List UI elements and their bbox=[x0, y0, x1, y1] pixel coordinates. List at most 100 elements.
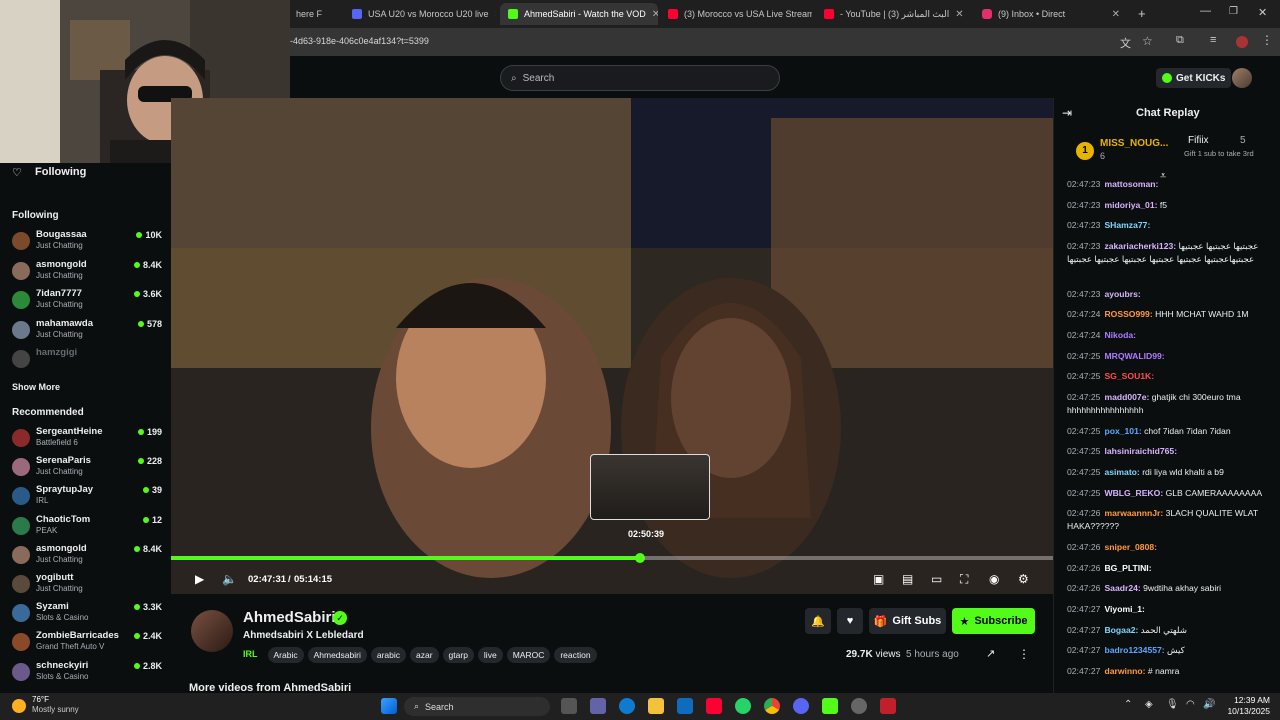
whatsapp-icon[interactable] bbox=[735, 698, 751, 714]
media-icon[interactable]: ≡ bbox=[1210, 34, 1216, 46]
fullscreen-icon[interactable]: ⛶ bbox=[960, 572, 968, 587]
browser-tab[interactable]: (3) Morocco vs USA Live Stream ✕ bbox=[660, 3, 812, 25]
tray-app-icon[interactable]: ◈ bbox=[1145, 699, 1153, 710]
sidebar-channel-item[interactable]: Bougassaa Just Chatting 10K bbox=[12, 229, 162, 257]
chat-username[interactable]: lahsiniraichid765: bbox=[1104, 446, 1177, 456]
maximize-button[interactable]: ❐ bbox=[1229, 6, 1238, 17]
chat-username[interactable]: ROSSO999: bbox=[1104, 309, 1152, 319]
browser-tab-active[interactable]: AhmedSabiri - Watch the VOD ✕ bbox=[500, 3, 658, 25]
stream-tag[interactable]: Ahmedsabiri bbox=[307, 647, 367, 663]
clock-time[interactable]: 12:39 AM bbox=[1226, 695, 1270, 705]
miniplayer-icon[interactable]: ▣ bbox=[873, 572, 884, 586]
close-icon[interactable]: ✕ bbox=[652, 9, 658, 20]
tray-chevron-icon[interactable]: ⌃ bbox=[1124, 699, 1132, 710]
gift-subs-button[interactable]: 🎁 Gift Subs bbox=[869, 608, 946, 634]
autoplay-icon[interactable]: ◉ bbox=[989, 572, 999, 586]
chat-username[interactable]: mattosoman: bbox=[1104, 179, 1158, 189]
sidebar-channel-item[interactable]: asmongold Just Chatting 8.4K bbox=[12, 543, 162, 571]
chat-username[interactable]: MRQWALID99: bbox=[1104, 351, 1164, 361]
outlook-icon[interactable] bbox=[677, 698, 693, 714]
security-app-icon[interactable] bbox=[880, 698, 896, 714]
stream-tag[interactable]: MAROC bbox=[506, 647, 551, 663]
stream-tag[interactable]: live bbox=[477, 647, 503, 663]
volume-icon[interactable]: 🔈 bbox=[222, 572, 237, 586]
get-kicks-button[interactable]: Get KICKs bbox=[1156, 68, 1232, 88]
video-player[interactable]: 02:50:39 ▶ 🔈 02:47:31 / 05:14:15 ▣ ▤ ▭ ⛶… bbox=[171, 98, 1053, 594]
show-more-link[interactable]: Show More bbox=[12, 382, 60, 392]
sidebar-channel-item[interactable]: 7idan7777 Just Chatting 3.6K bbox=[12, 288, 162, 316]
url-text[interactable]: -4d63-918e-406c0e4af134?t=5399 bbox=[290, 36, 429, 46]
minimize-button[interactable]: — bbox=[1200, 5, 1211, 17]
sidebar-channel-item[interactable]: ChaoticTom PEAK 12 bbox=[12, 514, 162, 542]
share-icon[interactable]: ↗ bbox=[986, 647, 995, 660]
window-close-button[interactable]: ✕ bbox=[1258, 6, 1267, 19]
stream-tag[interactable]: gtarp bbox=[442, 647, 474, 663]
collapse-chat-icon[interactable]: ⇥ bbox=[1062, 106, 1072, 120]
settings-gear-icon[interactable]: ⚙ bbox=[1018, 572, 1029, 586]
chat-username[interactable]: badro1234557: bbox=[1104, 645, 1164, 655]
sidebar-channel-item[interactable]: ZombieBarricades Grand Theft Auto V 2.4K bbox=[12, 630, 162, 658]
chat-username[interactable]: darwinno: bbox=[1104, 666, 1145, 676]
sidebar-channel-item[interactable]: SpraytupJay IRL 39 bbox=[12, 484, 162, 512]
kick-app-icon[interactable] bbox=[822, 698, 838, 714]
chat-username[interactable]: Saadr24: bbox=[1104, 583, 1140, 593]
close-icon[interactable]: ✕ bbox=[955, 9, 963, 20]
sidebar-channel-item[interactable]: schneckyiri Slots & Casino 2.8K bbox=[12, 660, 162, 688]
settings-app-icon[interactable] bbox=[851, 698, 867, 714]
sidebar-channel-item[interactable]: yogibutt Just Chatting bbox=[12, 572, 162, 600]
chat-username[interactable]: madd007e: bbox=[1104, 392, 1149, 402]
sidebar-channel-item[interactable]: hamzgigi bbox=[12, 347, 162, 375]
stream-tag[interactable]: Arabic bbox=[267, 647, 304, 663]
notification-bell-button[interactable]: 🔔 bbox=[805, 608, 831, 634]
chat-username[interactable]: asimato: bbox=[1104, 467, 1139, 477]
play-icon[interactable]: ▶ bbox=[195, 572, 204, 586]
progress-bar[interactable] bbox=[171, 553, 1053, 563]
sidebar-channel-item[interactable]: SergeantHeine Battlefield 6 199 bbox=[12, 426, 162, 454]
discord-app-icon[interactable] bbox=[793, 698, 809, 714]
extensions-icon[interactable]: ⧉ bbox=[1176, 34, 1184, 47]
user-avatar[interactable] bbox=[1232, 68, 1252, 88]
close-icon[interactable]: ✕ bbox=[495, 9, 496, 20]
sidebar-channel-item[interactable]: asmongold Just Chatting 8.4K bbox=[12, 259, 162, 287]
search-input[interactable]: ⌕ Search bbox=[500, 65, 780, 91]
channel-avatar[interactable] bbox=[191, 610, 233, 652]
chat-username[interactable]: Nikoda: bbox=[1104, 330, 1136, 340]
taskbar-search[interactable]: ⌕ Search bbox=[404, 697, 550, 716]
stream-tag[interactable]: azar bbox=[410, 647, 439, 663]
leader-1-name[interactable]: MISS_NOUG... bbox=[1100, 138, 1168, 149]
chat-username[interactable]: Viyomi_1: bbox=[1104, 604, 1144, 614]
edge-icon[interactable] bbox=[619, 698, 635, 714]
browser-tab[interactable]: USA U20 vs Morocco U20 live ✕ bbox=[344, 3, 496, 25]
subscribe-button[interactable]: ★ Subscribe bbox=[952, 608, 1035, 634]
browser-menu-icon[interactable]: ⋮ bbox=[1261, 33, 1273, 47]
chat-username[interactable]: BG_PLTINI: bbox=[1104, 563, 1151, 573]
stream-tag[interactable]: reaction bbox=[554, 647, 597, 663]
windows-start-icon[interactable] bbox=[381, 698, 397, 714]
more-options-icon[interactable]: ⋮ bbox=[1018, 647, 1030, 661]
sidebar-channel-item[interactable]: Syzami Slots & Casino 3.3K bbox=[12, 601, 162, 629]
wifi-icon[interactable]: ◠ bbox=[1186, 699, 1195, 710]
chat-username[interactable]: WBLG_REKO: bbox=[1104, 488, 1163, 498]
stream-tag[interactable]: arabic bbox=[370, 647, 406, 663]
sidebar-channel-item[interactable]: SerenaParis Just Chatting 228 bbox=[12, 455, 162, 483]
chat-username[interactable]: Bogaa2: bbox=[1104, 625, 1138, 635]
follow-heart-button[interactable]: ♥ bbox=[837, 608, 863, 634]
close-icon[interactable]: ✕ bbox=[1112, 9, 1120, 20]
chat-username[interactable]: zakariacherki123: bbox=[1104, 241, 1176, 251]
following-title[interactable]: Following bbox=[35, 166, 86, 178]
clip-icon[interactable]: ▤ bbox=[902, 572, 913, 586]
browser-tab[interactable]: - YouTube | البث المباشر (3) ✕ bbox=[816, 3, 968, 25]
chat-username[interactable]: SG_SOU1K: bbox=[1104, 371, 1154, 381]
chat-username[interactable]: SHamza77: bbox=[1104, 220, 1150, 230]
sidebar-channel-item[interactable]: mahamawda Just Chatting 578 bbox=[12, 318, 162, 346]
microphone-icon[interactable]: 🎙 bbox=[1166, 699, 1179, 710]
chat-username[interactable]: ayoubrs: bbox=[1104, 289, 1140, 299]
theater-mode-icon[interactable]: ▭ bbox=[931, 572, 942, 586]
bookmark-star-icon[interactable]: ☆ bbox=[1142, 34, 1153, 48]
new-tab-button[interactable]: + bbox=[1138, 6, 1146, 21]
clock-date[interactable]: 10/13/2025 bbox=[1220, 706, 1270, 716]
leader-2-name[interactable]: Fifiix bbox=[1188, 135, 1209, 146]
translate-icon[interactable]: 文 bbox=[1120, 35, 1131, 51]
browser-tab[interactable]: (9) Inbox • Direct ✕ bbox=[974, 3, 1128, 25]
speaker-icon[interactable]: 🔊 bbox=[1203, 699, 1215, 710]
